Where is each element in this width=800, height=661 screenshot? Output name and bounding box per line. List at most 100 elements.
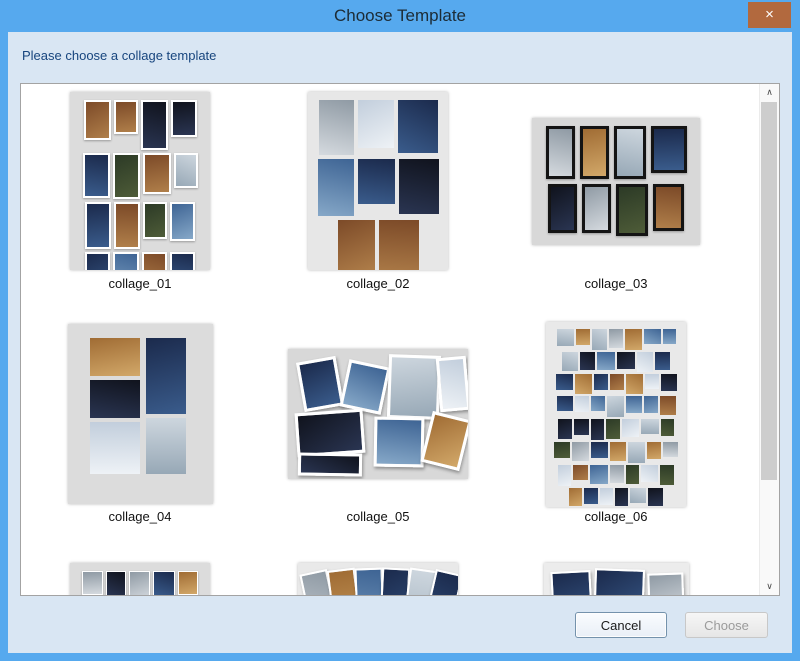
photo-tile (650, 125, 687, 173)
template-item[interactable]: collage_05 (259, 324, 497, 557)
collage-tiles (546, 322, 686, 507)
choose-template-dialog: Choose Template × Please choose a collag… (0, 0, 800, 661)
cancel-button[interactable]: Cancel (575, 612, 667, 638)
template-thumbnail (546, 321, 686, 507)
photo-tile (644, 373, 659, 389)
scrollbar[interactable]: ∧ ∨ (759, 84, 779, 595)
photo-tile (643, 395, 658, 413)
photo-tile (170, 202, 195, 241)
photo-tile (574, 395, 589, 412)
photo-tile (613, 125, 646, 179)
photo-tile (373, 416, 425, 468)
photo-tile (113, 252, 139, 270)
photo-tile (641, 418, 659, 434)
template-item[interactable]: collage_02 (259, 91, 497, 324)
scroll-down-button[interactable]: ∨ (760, 578, 779, 595)
photo-tile (660, 373, 677, 391)
footer: Cancel Choose (8, 597, 792, 653)
photo-tile (142, 252, 167, 270)
scrollbar-thumb[interactable] (761, 102, 777, 480)
template-thumbnail (298, 557, 458, 595)
photo-tile (294, 408, 366, 458)
photo-tile (663, 441, 678, 457)
template-name: collage_06 (584, 509, 648, 524)
scrollbar-track[interactable] (760, 101, 779, 578)
template-item[interactable]: collage_06 (497, 321, 735, 557)
collage-tiles (532, 118, 700, 245)
photo-tile (584, 487, 598, 504)
photo-tile (337, 220, 375, 270)
collage-tiles (70, 92, 210, 270)
photo-tile (616, 183, 648, 236)
photo-tile (591, 441, 608, 458)
collage-preview (70, 563, 210, 595)
photo-tile (170, 100, 197, 137)
template-item[interactable] (497, 557, 735, 595)
template-item[interactable] (259, 557, 497, 595)
dialog-content: Please choose a collage template collage… (8, 32, 792, 653)
photo-tile (112, 153, 140, 199)
photo-tile (178, 571, 198, 595)
collage-preview (546, 321, 686, 507)
photo-tile (574, 418, 589, 435)
template-item[interactable]: collage_01 (21, 91, 259, 324)
photo-tile (89, 338, 140, 376)
photo-tile (626, 464, 639, 484)
photo-tile (590, 464, 608, 484)
photo-tile (606, 418, 620, 439)
photo-tile (662, 328, 676, 344)
photo-tile (82, 571, 103, 595)
close-button[interactable]: × (748, 2, 791, 28)
photo-tile (648, 487, 663, 506)
scroll-up-button[interactable]: ∧ (760, 84, 779, 101)
photo-tile (610, 464, 624, 483)
photo-tile (625, 395, 642, 413)
photo-tile (357, 159, 395, 204)
photo-tile (545, 125, 575, 179)
template-item[interactable] (21, 557, 259, 595)
photo-tile (615, 487, 628, 506)
photo-tile (646, 572, 685, 595)
photo-tile (295, 355, 345, 413)
photo-tile (569, 487, 582, 506)
photo-tile (625, 373, 643, 394)
photo-tile (420, 410, 468, 472)
photo-tile (85, 252, 110, 270)
photo-tile (575, 328, 590, 345)
choose-button[interactable]: Choose (685, 612, 768, 638)
photo-tile (143, 202, 167, 239)
photo-tile (556, 395, 573, 411)
photo-tile (653, 183, 684, 231)
photo-tile (555, 373, 573, 390)
template-name: collage_03 (584, 276, 648, 291)
photo-tile (622, 418, 639, 437)
photo-tile (129, 571, 150, 595)
collage-tiles (70, 563, 210, 595)
photo-tile (548, 183, 577, 233)
template-name: collage_04 (108, 509, 172, 524)
template-item[interactable]: collage_04 (21, 324, 259, 557)
template-thumbnail (70, 91, 210, 271)
photo-tile (318, 100, 354, 155)
photo-tile (317, 159, 354, 216)
photo-tile (647, 441, 661, 459)
photo-tile (641, 464, 658, 482)
photo-tile (624, 328, 642, 350)
template-item[interactable]: collage_03 (497, 91, 735, 324)
template-thumbnail (67, 324, 213, 504)
photo-tile (643, 328, 661, 344)
photo-tile (170, 252, 195, 270)
photo-tile (85, 202, 111, 249)
collage-preview (67, 324, 213, 504)
photo-tile (549, 569, 594, 595)
photo-tile (145, 418, 186, 474)
photo-tile (661, 418, 674, 436)
collage-preview (288, 349, 468, 479)
photo-tile (173, 153, 198, 188)
photo-tile (106, 571, 126, 595)
collage-preview (298, 563, 458, 595)
photo-tile (606, 395, 624, 417)
template-thumbnail (543, 557, 689, 595)
photo-tile (398, 159, 439, 214)
photo-tile (610, 441, 626, 461)
